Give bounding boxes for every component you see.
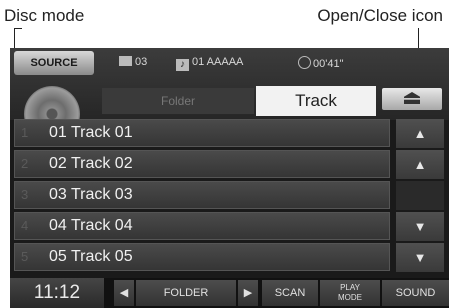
- folder-number: 03: [135, 56, 148, 68]
- source-button[interactable]: SOURCE: [14, 51, 94, 75]
- double-up-arrow-icon: ▲: [413, 126, 427, 141]
- top-bar: SOURCE 03 ♪ 01 AAAAA 00'41" Folder Track: [10, 48, 449, 142]
- elapsed-time-text: 00'41": [313, 58, 344, 70]
- track-list: 1 01 Track 01 2 02 Track 02 3 03 Track 0…: [14, 119, 392, 275]
- clock-display: 11:12: [10, 278, 104, 308]
- callout-open-close: Open/Close icon: [317, 6, 443, 25]
- sound-button[interactable]: SOUND: [382, 280, 449, 306]
- play-mode-label-line1: PLAY: [340, 283, 360, 292]
- list-item[interactable]: 4 04 Track 04: [14, 212, 390, 240]
- track-number: 4: [21, 218, 29, 233]
- folder-prev-button[interactable]: ◀: [114, 280, 134, 306]
- tab-track[interactable]: Track: [256, 86, 376, 116]
- track-name: 02 Track 02: [49, 155, 133, 172]
- folder-icon: [119, 56, 132, 66]
- tab-folder[interactable]: Folder: [102, 88, 254, 114]
- bottom-bar: 11:12 ◀ FOLDER ▶ SCAN PLAY MODE SOUND: [10, 278, 449, 308]
- track-number: 3: [21, 187, 29, 202]
- list-item[interactable]: 5 05 Track 05: [14, 243, 390, 271]
- track-name: 03 Track 03: [49, 186, 133, 203]
- eject-icon: [404, 92, 420, 104]
- track-info: ♪ 01 AAAAA: [176, 56, 243, 71]
- scroll-spacer: [396, 181, 444, 210]
- callout-disc-mode: Disc mode: [4, 6, 85, 25]
- down-arrow-icon: ▼: [413, 219, 427, 234]
- track-name: 05 Track 05: [49, 248, 133, 265]
- music-note-icon: ♪: [176, 59, 189, 71]
- open-close-button[interactable]: [382, 88, 442, 110]
- track-title: 01 AAAAA: [192, 56, 244, 68]
- folder-info: 03: [119, 56, 147, 68]
- track-number: 1: [21, 125, 29, 140]
- list-item[interactable]: 1 01 Track 01: [14, 119, 390, 147]
- play-mode-button[interactable]: PLAY MODE: [320, 280, 380, 306]
- play-mode-label-line2: MODE: [338, 293, 362, 302]
- scroll-controls: ▲ ▲ ▼ ▼: [396, 119, 444, 275]
- left-arrow-icon: ◀: [119, 287, 129, 299]
- track-name: 01 Track 01: [49, 124, 133, 141]
- up-arrow-icon: ▲: [413, 157, 427, 172]
- audio-screen: SOURCE 03 ♪ 01 AAAAA 00'41" Folder Track …: [10, 48, 449, 308]
- scroll-up-button[interactable]: ▲: [396, 150, 444, 179]
- page-down-button[interactable]: ▼: [396, 243, 444, 272]
- leader-line: [14, 28, 22, 29]
- clock-icon: [298, 56, 311, 69]
- double-down-arrow-icon: ▼: [413, 250, 427, 265]
- scan-button[interactable]: SCAN: [262, 280, 318, 306]
- track-number: 5: [21, 249, 29, 264]
- list-item[interactable]: 3 03 Track 03: [14, 181, 390, 209]
- page-up-button[interactable]: ▲: [396, 119, 444, 148]
- folder-next-button[interactable]: ▶: [238, 280, 258, 306]
- track-name: 04 Track 04: [49, 217, 133, 234]
- elapsed-time: 00'41": [298, 56, 343, 70]
- right-arrow-icon: ▶: [243, 287, 253, 299]
- track-number: 2: [21, 156, 29, 171]
- scroll-down-button[interactable]: ▼: [396, 212, 444, 241]
- folder-label: FOLDER: [136, 280, 236, 306]
- list-item[interactable]: 2 02 Track 02: [14, 150, 390, 178]
